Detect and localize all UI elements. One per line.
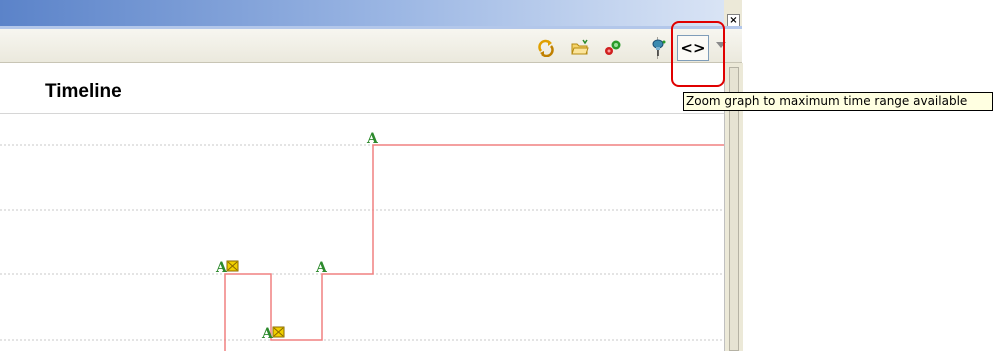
page-title: Timeline: [45, 81, 122, 102]
view-title-bar: [0, 0, 724, 26]
chart-markers: A A A A: [215, 131, 379, 342]
chart-series-line: [224, 144, 724, 351]
open-folder-icon[interactable]: [571, 39, 589, 57]
event-marker[interactable]: A: [261, 326, 274, 342]
series-line: [224, 144, 724, 351]
timeline-chart[interactable]: A A A A: [0, 114, 724, 351]
timeline-panel: × <> Timeline A A A A: [0, 0, 743, 351]
event-marker[interactable]: A: [215, 260, 228, 276]
connect-icon[interactable]: [604, 39, 622, 57]
highlight-annotation: [671, 21, 725, 87]
refresh-icon[interactable]: [537, 39, 555, 57]
chart-grid: [0, 144, 724, 341]
pin-icon[interactable]: [650, 39, 668, 57]
tooltip: Zoom graph to maximum time range availab…: [683, 92, 993, 111]
event-marker[interactable]: A: [366, 131, 379, 147]
view-toolbar: [0, 29, 742, 63]
event-marker[interactable]: A: [315, 260, 328, 276]
